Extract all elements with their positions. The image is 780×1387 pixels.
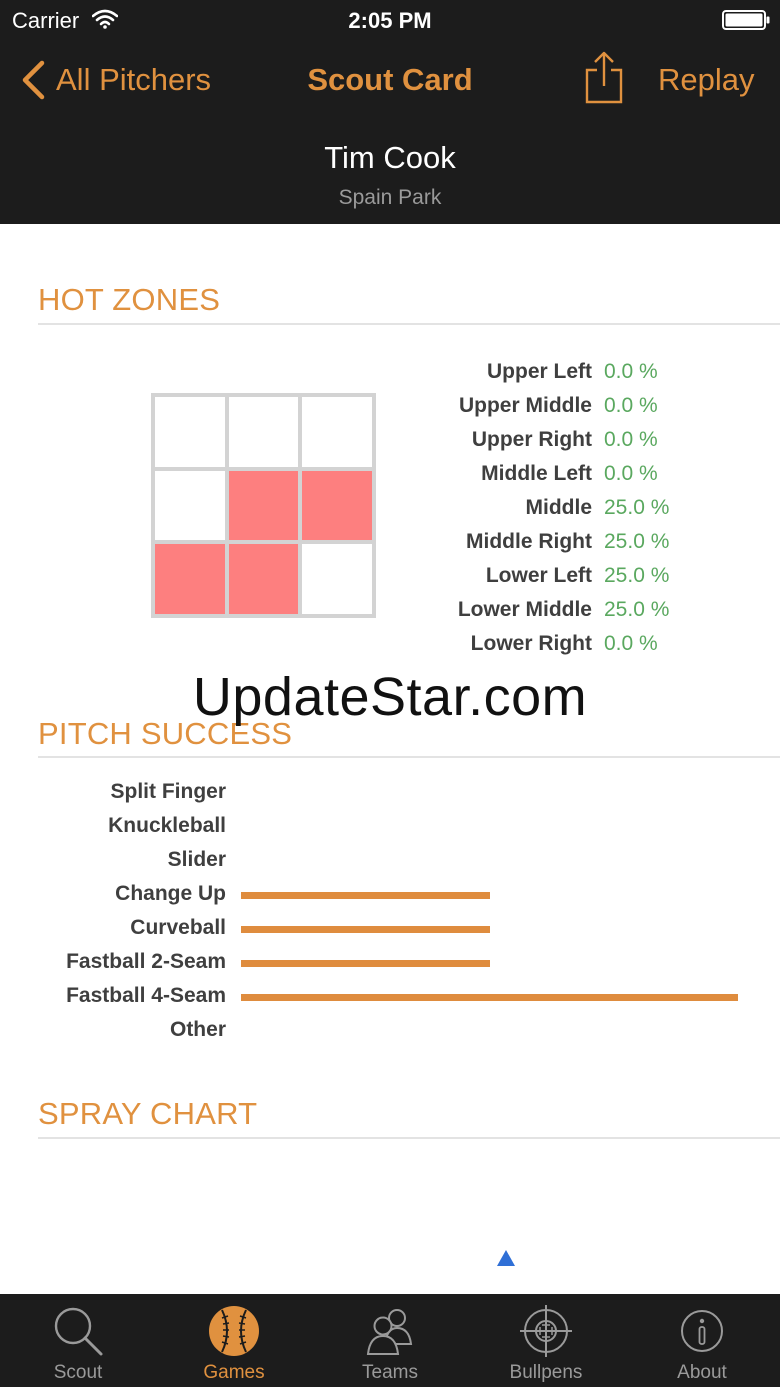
hot-zone-label: Middle Right bbox=[466, 530, 592, 553]
header: Carrier 2:05 PM All Pitchers Scout Card … bbox=[0, 0, 780, 224]
pitch-row: Change Up bbox=[0, 878, 780, 912]
search-icon bbox=[54, 1307, 103, 1356]
info-icon bbox=[681, 1310, 723, 1352]
hot-zone-label: Upper Right bbox=[471, 428, 592, 451]
pitch-row: Split Finger bbox=[0, 776, 780, 810]
hot-zone-cell bbox=[302, 397, 372, 467]
hot-zone-row: Upper Right 0.0 % bbox=[380, 424, 780, 458]
pitch-success-bar bbox=[241, 892, 490, 899]
hot-zone-label: Middle bbox=[525, 496, 593, 519]
tab-games[interactable]: Games bbox=[156, 1294, 312, 1387]
clock: 2:05 PM bbox=[348, 8, 432, 33]
hot-zone-cell bbox=[302, 470, 372, 541]
watermark: UpdateStar.com bbox=[192, 667, 588, 727]
pitch-label: Split Finger bbox=[110, 780, 227, 803]
hot-zone-cell bbox=[155, 470, 225, 541]
pitch-label: Change Up bbox=[115, 882, 226, 905]
tab-label-scout: Scout bbox=[53, 1362, 103, 1383]
pitch-row: Curveball bbox=[0, 912, 780, 946]
hot-zone-row: Upper Left 0.0 % bbox=[380, 356, 780, 390]
pitch-row: Fastball 4-Seam bbox=[0, 980, 780, 1014]
hot-zone-row: Upper Middle 0.0 % bbox=[380, 390, 780, 424]
hot-zone-cell bbox=[228, 470, 299, 541]
tab-about[interactable]: About bbox=[624, 1294, 780, 1387]
hot-zone-label: Upper Middle bbox=[458, 394, 592, 417]
pitch-row: Other bbox=[0, 1014, 780, 1048]
tab-label-bullpens: Bullpens bbox=[509, 1362, 583, 1383]
people-icon bbox=[366, 1309, 413, 1355]
pitch-label: Knuckleball bbox=[108, 814, 226, 837]
hot-zone-value: 25.0 % bbox=[604, 598, 670, 621]
tab-label-games: Games bbox=[203, 1362, 265, 1383]
spray-marker-icon bbox=[497, 1250, 515, 1266]
hot-zone-value: 25.0 % bbox=[604, 530, 670, 553]
pitch-row: Slider bbox=[0, 844, 780, 878]
hot-zone-row: Middle Right 25.0 % bbox=[380, 526, 780, 560]
hot-zone-row: Lower Left 25.0 % bbox=[380, 560, 780, 594]
hot-zone-grid bbox=[151, 393, 376, 618]
back-button[interactable]: All Pitchers bbox=[20, 58, 211, 102]
hot-zone-cell bbox=[155, 397, 225, 467]
pitch-label: Fastball 2-Seam bbox=[66, 950, 226, 973]
back-button-label: All Pitchers bbox=[56, 62, 212, 97]
hot-zone-label: Lower Middle bbox=[457, 598, 592, 621]
tab-bullpens[interactable]: Bullpens bbox=[468, 1294, 624, 1387]
pitch-row: Knuckleball bbox=[0, 810, 780, 844]
hot-zone-value: 25.0 % bbox=[604, 496, 670, 519]
tab-label-teams: Teams bbox=[362, 1362, 418, 1383]
pitch-success-bar bbox=[241, 926, 490, 933]
replay-button[interactable]: Replay bbox=[658, 62, 755, 98]
tab-label-about: About bbox=[677, 1362, 727, 1383]
hot-zone-label: Upper Left bbox=[487, 360, 592, 383]
chevron-left-icon bbox=[22, 60, 45, 100]
hot-zone-value: 0.0 % bbox=[604, 632, 658, 655]
hot-zone-value: 0.0 % bbox=[604, 394, 658, 417]
pitch-success-bar bbox=[241, 994, 738, 1001]
hot-zones-title: HOT ZONES bbox=[38, 282, 221, 317]
spray-chart-title: SPRAY CHART bbox=[38, 1096, 258, 1131]
hot-zone-cell bbox=[155, 544, 225, 614]
pitch-label: Slider bbox=[167, 848, 226, 871]
hot-zone-row: Lower Middle 25.0 % bbox=[380, 594, 780, 628]
hot-zones-divider bbox=[38, 323, 780, 325]
pitch-label: Other bbox=[169, 1018, 226, 1041]
tab-teams[interactable]: Teams bbox=[312, 1294, 468, 1387]
hot-zone-row: Middle Left 0.0 % bbox=[380, 458, 780, 492]
pitch-success-divider bbox=[38, 756, 780, 758]
hot-zone-value: 0.0 % bbox=[604, 428, 658, 451]
tab-scout[interactable]: Scout bbox=[0, 1294, 156, 1387]
hot-zone-row: Lower Right 0.0 % bbox=[380, 628, 780, 662]
spray-chart-area bbox=[38, 1140, 780, 1294]
crosshair-icon bbox=[520, 1305, 572, 1357]
pitch-label: Fastball 4-Seam bbox=[66, 984, 226, 1007]
hot-zone-cell bbox=[228, 397, 299, 467]
share-icon[interactable] bbox=[582, 50, 626, 106]
hot-zone-label: Middle Left bbox=[481, 462, 592, 485]
hot-zone-row: Middle 25.0 % bbox=[380, 492, 780, 526]
hot-zone-value: 0.0 % bbox=[604, 462, 658, 485]
hot-zone-cell bbox=[302, 544, 372, 614]
pitch-row: Fastball 2-Seam bbox=[0, 946, 780, 980]
tab-bar: Scout Games Teams Bullpens About bbox=[0, 1294, 780, 1387]
spray-chart-divider bbox=[38, 1137, 780, 1139]
pitcher-name: Tim Cook bbox=[324, 140, 456, 175]
hot-zone-value: 25.0 % bbox=[604, 564, 670, 587]
nav-bar: All Pitchers Scout Card Replay bbox=[0, 50, 780, 110]
hot-zone-label: Lower Right bbox=[470, 632, 592, 655]
hot-zone-label: Lower Left bbox=[485, 564, 592, 587]
hot-zone-value: 0.0 % bbox=[604, 360, 658, 383]
pitch-success-bar bbox=[241, 960, 490, 967]
status-bar: Carrier 2:05 PM bbox=[0, 0, 780, 40]
battery-icon bbox=[722, 10, 770, 30]
pitch-label: Curveball bbox=[130, 916, 226, 939]
team-name: Spain Park bbox=[338, 186, 442, 209]
hot-zone-cell bbox=[228, 544, 299, 614]
baseball-icon bbox=[209, 1306, 259, 1356]
